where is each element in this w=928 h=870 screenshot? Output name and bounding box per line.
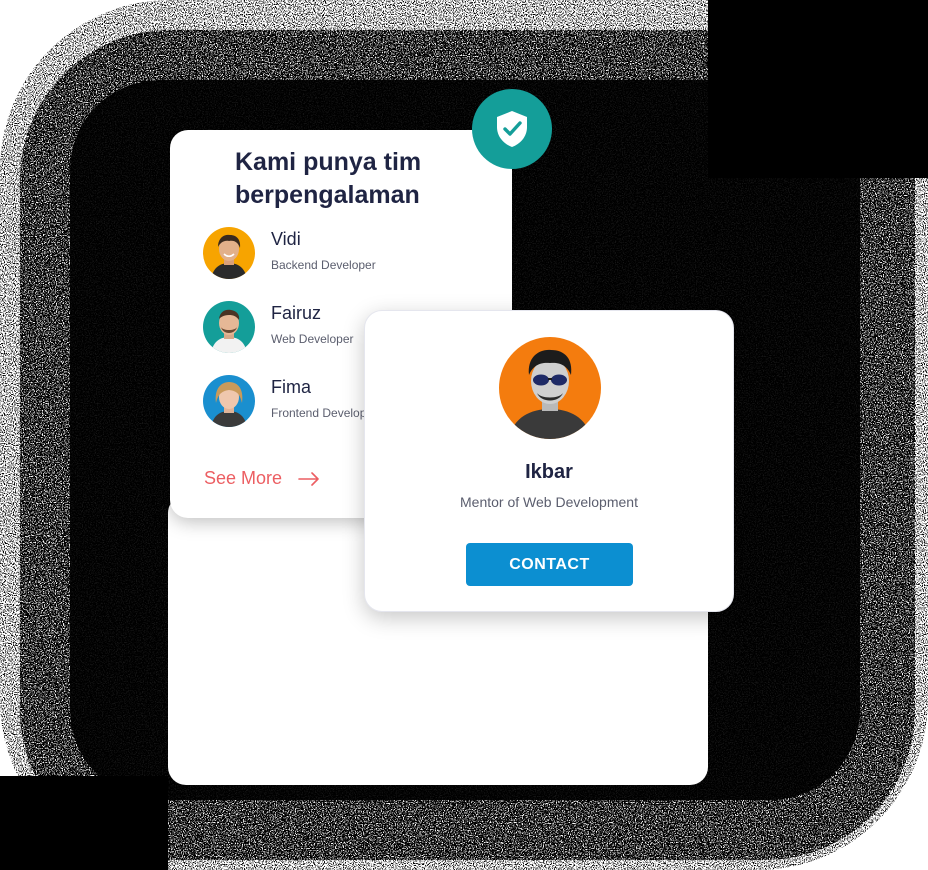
avatar — [203, 375, 255, 427]
person-avatar-icon — [203, 227, 255, 279]
member-item-vidi[interactable]: Vidi Backend Developer — [203, 227, 503, 279]
team-card-title: Kami punya tim berpengalaman — [235, 148, 422, 209]
verified-badge — [472, 89, 552, 169]
shield-check-icon — [497, 111, 527, 147]
person-avatar-icon — [499, 337, 601, 439]
member-role: Backend Developer — [271, 258, 376, 272]
avatar — [203, 301, 255, 353]
avatar — [203, 227, 255, 279]
profile-role: Mentor of Web Development — [460, 494, 638, 510]
member-name: Fima — [271, 377, 311, 397]
arrow-right-icon — [298, 471, 319, 486]
profile-name: Ikbar — [525, 461, 573, 483]
member-role: Frontend Developer — [271, 406, 378, 420]
see-more-label: See More — [204, 468, 283, 488]
member-name: Vidi — [271, 229, 301, 249]
profile-avatar — [499, 337, 601, 439]
person-avatar-icon — [203, 301, 255, 353]
corner-block-top-right — [708, 0, 928, 178]
contact-button[interactable]: CONTACT — [466, 543, 633, 586]
person-avatar-icon — [203, 375, 255, 427]
member-name: Fairuz — [271, 303, 322, 323]
corner-block-bottom-left — [0, 776, 168, 870]
profile-card: Ikbar Mentor of Web Development CONTACT — [364, 310, 734, 612]
see-more-link[interactable]: See More — [204, 468, 320, 489]
member-role: Web Developer — [271, 332, 354, 346]
